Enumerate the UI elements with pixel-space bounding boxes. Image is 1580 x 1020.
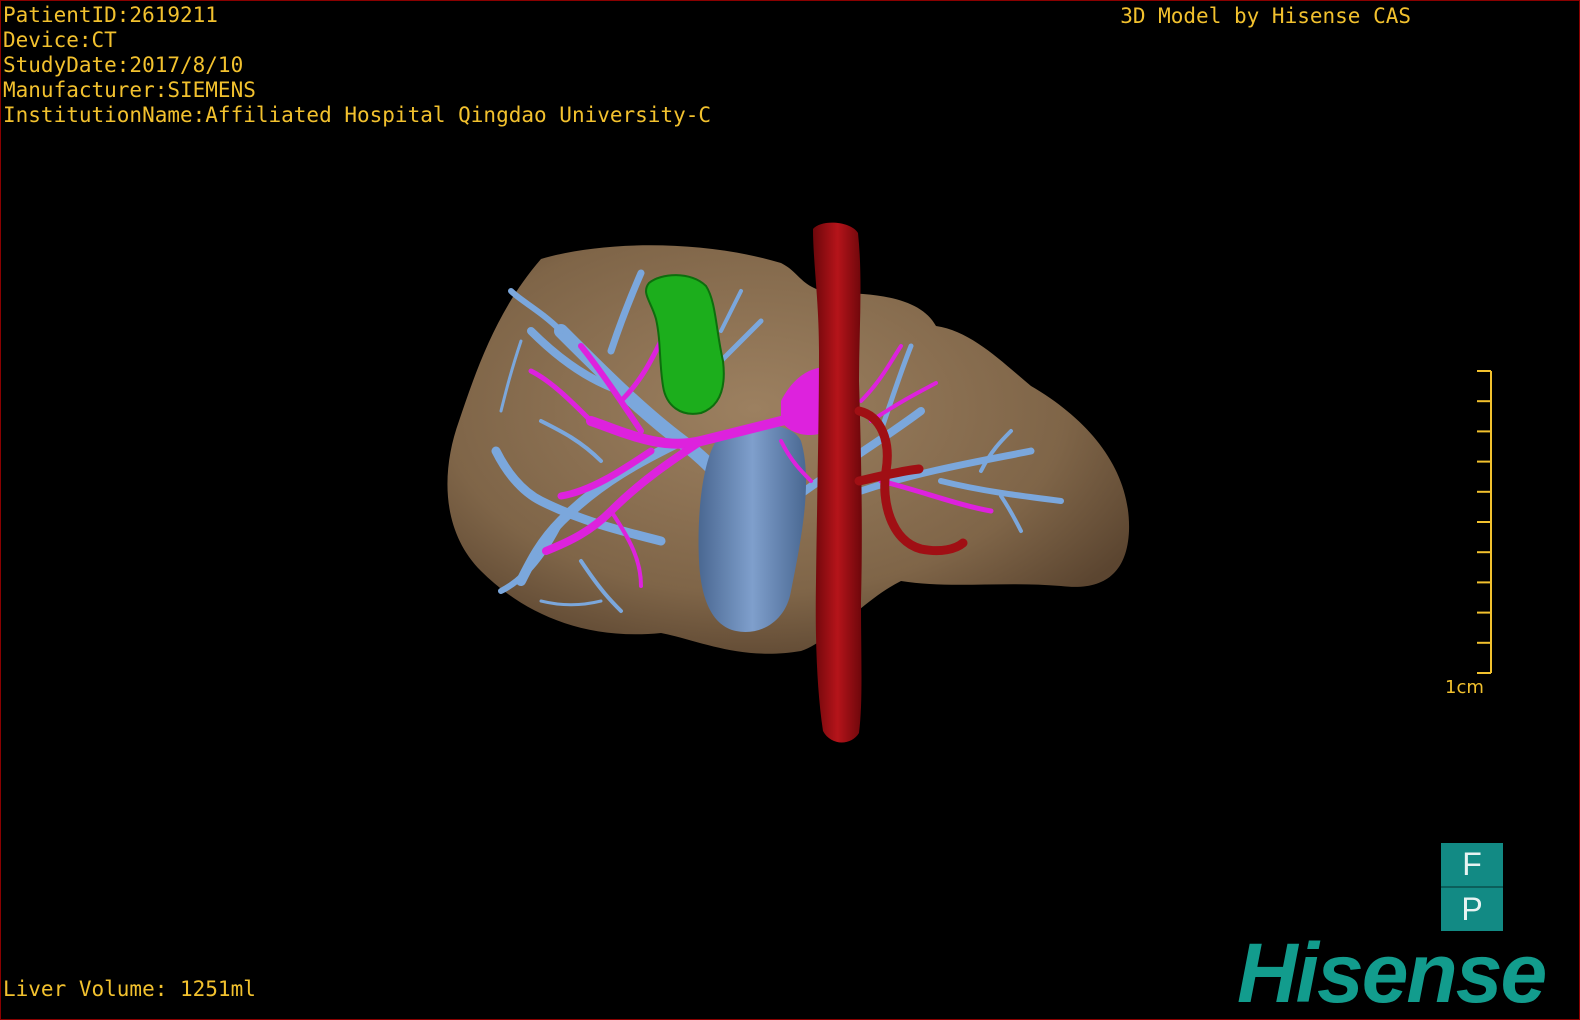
orientation-front-label: F <box>1441 843 1503 888</box>
hisense-logo: Hisense <box>1237 926 1547 1020</box>
scale-label: 1cm <box>1445 677 1484 698</box>
orientation-cube[interactable]: F P <box>1441 843 1503 931</box>
device: Device:CT <box>3 28 117 52</box>
inferior-vena-cava <box>813 222 862 743</box>
patient-info: PatientID:2619211 Device:CT StudyDate:2017… <box>3 3 711 128</box>
liver-3d-model[interactable] <box>1 1 1580 1020</box>
study-date: StudyDate:2017/8/10 <box>3 53 244 77</box>
scale-bar <box>1477 370 1492 674</box>
manufacturer: Manufacturer:SIEMENS <box>3 78 256 102</box>
scale-ticks <box>1477 370 1491 674</box>
orientation-posterior-label: P <box>1461 891 1483 927</box>
3d-viewport[interactable]: PatientID:2619211 Device:CT StudyDate:2017… <box>0 0 1580 1020</box>
liver-volume: Liver Volume: 1251ml <box>3 977 256 1001</box>
model-watermark: 3D Model by Hisense CAS <box>1120 4 1411 28</box>
institution-name: InstitutionName:Affiliated Hospital Qing… <box>3 103 712 127</box>
patient-id: PatientID:2619211 <box>3 3 218 27</box>
